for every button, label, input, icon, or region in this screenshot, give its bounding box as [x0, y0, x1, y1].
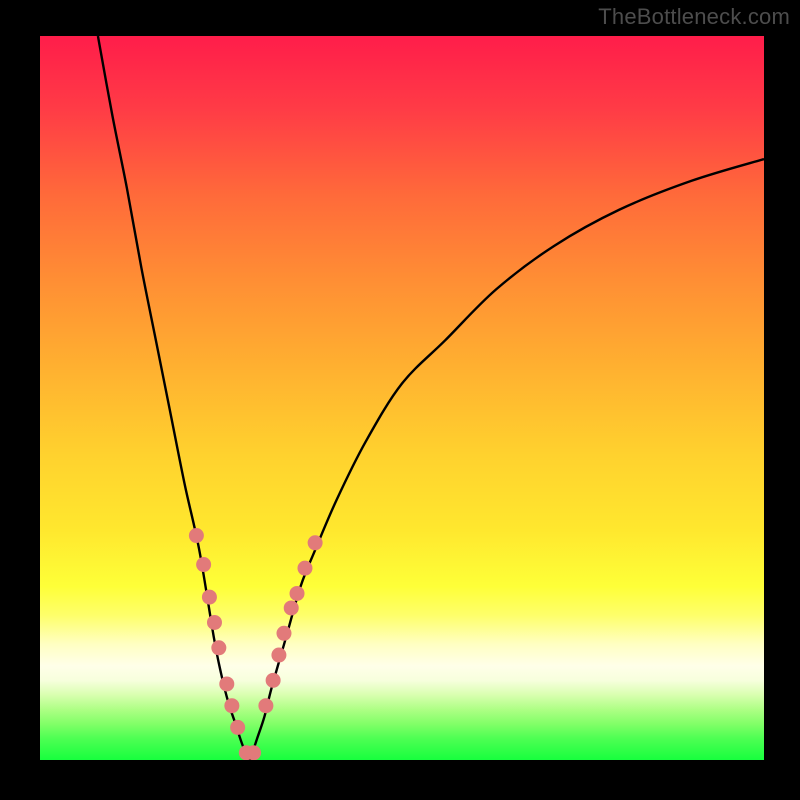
marker-dot [189, 528, 204, 543]
chart-root: TheBottleneck.com [0, 0, 800, 800]
left-curve [98, 36, 250, 760]
marker-dot [224, 698, 239, 713]
marker-dot [276, 626, 291, 641]
marker-dot [230, 720, 245, 735]
marker-dot [284, 600, 299, 615]
marker-dot [211, 640, 226, 655]
marker-dot [207, 615, 222, 630]
marker-dot [290, 586, 305, 601]
right-curve [250, 159, 764, 760]
chart-svg [40, 36, 764, 760]
marker-dot [266, 673, 281, 688]
plot-area [40, 36, 764, 760]
marker-dot [202, 590, 217, 605]
marker-dot [297, 561, 312, 576]
marker-dot [219, 676, 234, 691]
marker-dot [271, 648, 286, 663]
marker-dot [246, 745, 261, 760]
marker-cluster [189, 528, 323, 760]
marker-dot [258, 698, 273, 713]
attribution-text: TheBottleneck.com [598, 4, 790, 30]
marker-dot [308, 535, 323, 550]
marker-dot [196, 557, 211, 572]
